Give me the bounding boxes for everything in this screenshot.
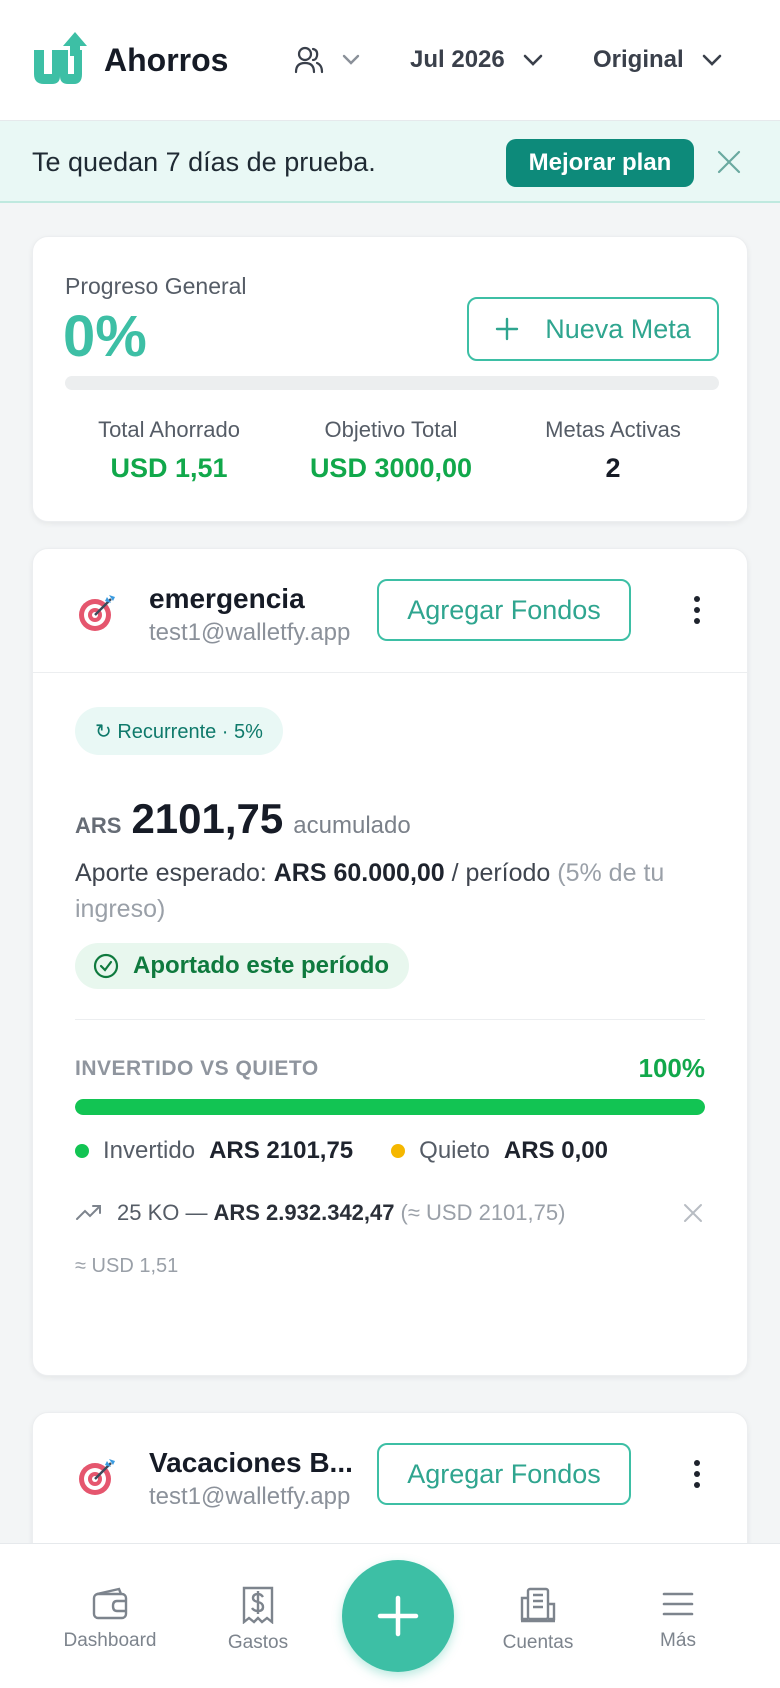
- stat-label: Metas Activas: [545, 417, 681, 442]
- investment-name: 25 KO —: [117, 1200, 208, 1225]
- nav-more[interactable]: Más: [618, 1586, 738, 1652]
- chevron-down-icon: [342, 54, 360, 66]
- month-label: Jul 2026: [410, 46, 505, 73]
- nav-label: Gastos: [227, 1632, 289, 1653]
- close-icon[interactable]: [716, 149, 742, 175]
- expected-prefix: Aporte esperado:: [75, 859, 274, 887]
- contributed-label: Aportado este período: [133, 952, 390, 979]
- goal-header: emergencia test1@walletfy.app Agregar Fo…: [33, 549, 749, 673]
- goal-owner: test1@walletfy.app: [149, 1483, 351, 1510]
- expected-contribution: Aporte esperado: ARS 60.000,00 / período…: [75, 855, 685, 927]
- accumulated-amount: ARS 2101,75 acumulado: [75, 795, 411, 843]
- invested-progress-bar: [75, 1099, 705, 1115]
- progress-label: Progreso General: [65, 273, 247, 299]
- goal-header: Vacaciones B... test1@walletfy.app Agreg…: [33, 1413, 749, 1537]
- stat-value: 2: [605, 453, 621, 483]
- invested-dot: [75, 1144, 89, 1158]
- expected-amount: ARS 60.000,00: [273, 859, 445, 887]
- idle-value: ARS 0,00: [503, 1137, 608, 1164]
- nav-expenses[interactable]: Gastos: [198, 1586, 318, 1654]
- trending-up-icon: [76, 1205, 101, 1220]
- more-options-icon[interactable]: [693, 595, 701, 625]
- goal-name: emergencia: [149, 583, 305, 614]
- idle-dot: [391, 1144, 406, 1158]
- target-icon: [79, 595, 115, 631]
- goal-owner: test1@walletfy.app: [149, 619, 351, 646]
- stat-label: Objetivo Total: [324, 417, 458, 442]
- nav-dashboard[interactable]: Dashboard: [50, 1586, 170, 1652]
- accumulated-value: 2101,75: [131, 795, 284, 842]
- more-options-icon[interactable]: [693, 1459, 701, 1489]
- top-bar: Ahorros Jul 2026 Original: [0, 0, 780, 121]
- contributed-badge: Aportado este período: [75, 943, 410, 989]
- plus-icon: [377, 1595, 419, 1637]
- invested-progress-fill: [75, 1099, 705, 1115]
- nav-label: Cuentas: [502, 1632, 574, 1653]
- month-selector[interactable]: Jul 2026: [410, 40, 543, 80]
- receipt-icon: [242, 1586, 274, 1624]
- investment-row: 25 KO — ARS 2.932.342,47 (≈ USD 2101,75): [75, 1195, 705, 1231]
- stat-label: Total Ahorrado: [98, 417, 240, 442]
- stat-value: USD 3000,00: [309, 453, 473, 483]
- recurring-badge: ↻ Recurrente · 5%: [75, 707, 283, 755]
- app-title: Ahorros: [104, 42, 229, 78]
- trial-text: Te quedan 7 días de prueba.: [32, 147, 376, 177]
- approx-usd: ≈ USD 1,51: [75, 1255, 179, 1277]
- accumulated-currency: ARS: [75, 813, 122, 838]
- trial-banner: Te quedan 7 días de prueba. Mejorar plan: [0, 121, 780, 203]
- add-fab-button[interactable]: [342, 1560, 454, 1672]
- chevron-down-icon: [523, 54, 543, 66]
- check-circle-icon: [93, 953, 119, 979]
- invested-legend: Invertido ARS 2101,75 Quieto ARS 0,00: [75, 1137, 608, 1165]
- add-funds-button[interactable]: Agregar Fondos: [377, 1443, 631, 1505]
- menu-icon: [662, 1592, 694, 1616]
- invested-vs-idle-label: INVERTIDO VS QUIETO: [75, 1057, 319, 1080]
- app-logo-icon: [34, 32, 87, 84]
- members-selector[interactable]: [294, 40, 360, 80]
- invested-percent: 100%: [638, 1053, 706, 1083]
- investment-usd: (≈ USD 2101,75): [400, 1200, 566, 1225]
- nav-accounts[interactable]: Cuentas: [478, 1586, 598, 1654]
- add-funds-button[interactable]: Agregar Fondos: [377, 579, 631, 641]
- remove-icon[interactable]: [681, 1201, 705, 1225]
- target-icon: [79, 1459, 115, 1495]
- idle-label: Quieto: [419, 1137, 490, 1164]
- stat-total-saved: Total Ahorrado USD 1,51: [59, 417, 279, 484]
- users-icon: [294, 46, 324, 74]
- currency-mode-selector[interactable]: Original: [593, 40, 722, 80]
- nav-label: Más: [660, 1630, 696, 1651]
- chevron-down-icon: [702, 54, 722, 66]
- wallet-icon: [92, 1587, 128, 1620]
- accumulated-label: acumulado: [293, 812, 411, 839]
- divider: [75, 1019, 705, 1020]
- invested-value: ARS 2101,75: [209, 1137, 354, 1164]
- expected-period: / período: [444, 859, 558, 887]
- investment-amount: ARS 2.932.342,47: [213, 1200, 395, 1225]
- general-progress-bar: [65, 376, 719, 390]
- bank-icon: [520, 1587, 556, 1623]
- summary-card: Progreso General 0% Nueva Meta Total Aho…: [32, 236, 748, 522]
- goal-card: emergencia test1@walletfy.app Agregar Fo…: [32, 548, 749, 1376]
- progress-percent: 0%: [63, 304, 147, 369]
- currency-mode-label: Original: [593, 46, 684, 73]
- upgrade-plan-button[interactable]: Mejorar plan: [506, 139, 694, 187]
- new-goal-button[interactable]: Nueva Meta: [467, 297, 719, 361]
- new-goal-label: Nueva Meta: [545, 313, 691, 344]
- stat-value: USD 1,51: [110, 453, 228, 483]
- goal-name: Vacaciones B...: [149, 1447, 353, 1478]
- invested-label: Invertido: [103, 1137, 196, 1164]
- plus-icon: [496, 317, 519, 341]
- nav-label: Dashboard: [63, 1630, 157, 1651]
- stat-total-target: Objetivo Total USD 3000,00: [281, 417, 501, 484]
- stat-active-goals: Metas Activas 2: [503, 417, 723, 484]
